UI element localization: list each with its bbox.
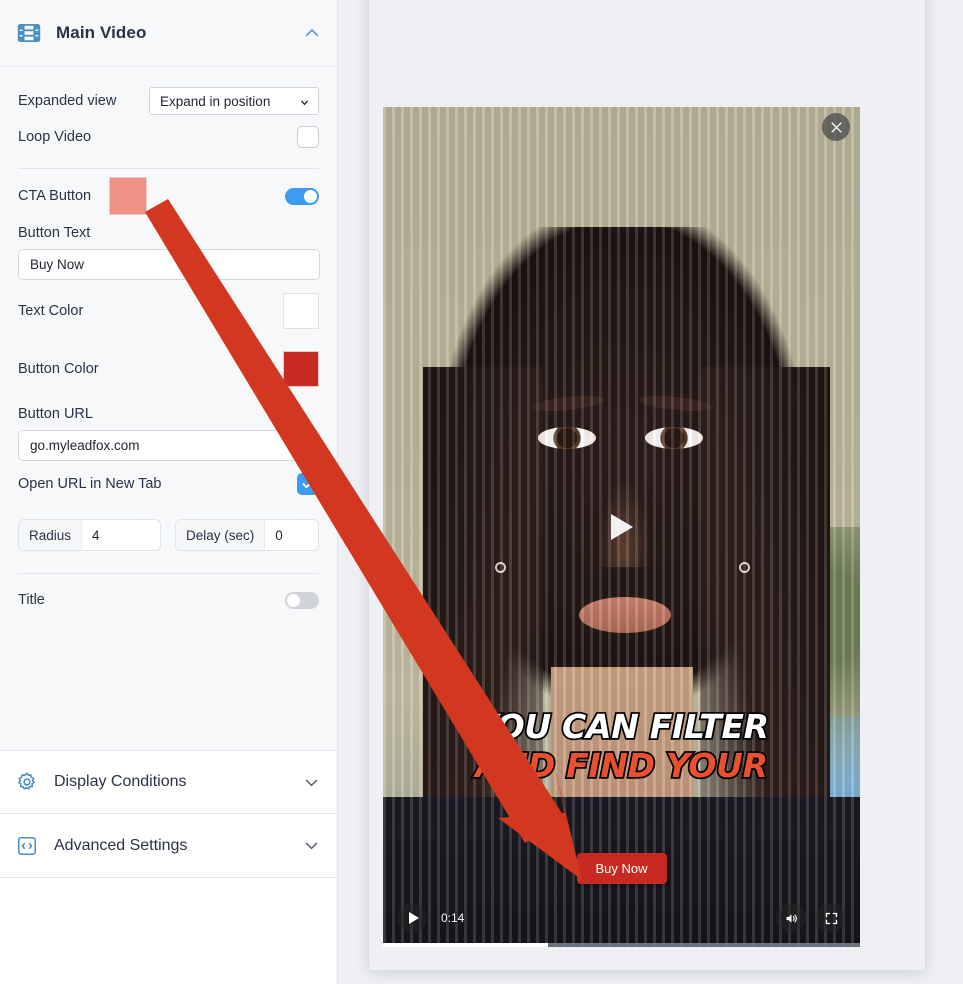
app-root: Main Video Expanded view Expand in posit… <box>0 0 963 984</box>
cta-button-row: CTA Button <box>18 173 319 219</box>
volume-icon[interactable] <box>776 903 806 933</box>
sidebar-sections: Display Conditions Advanced Settings <box>0 750 336 984</box>
radius-field[interactable]: Radius 4 <box>18 519 161 551</box>
open-new-tab-row: Open URL in New Tab <box>18 461 319 507</box>
video-progress-fill <box>383 943 548 947</box>
open-new-tab-label: Open URL in New Tab <box>18 476 162 492</box>
title-toggle[interactable] <box>285 591 319 609</box>
title-row: Title <box>18 578 319 622</box>
button-url-value: go.myleadfox.com <box>30 438 140 453</box>
radius-delay-row: Radius 4 Delay (sec) 0 <box>18 519 319 551</box>
button-text-value: Buy Now <box>30 257 85 272</box>
video-caption: YOU CAN FILTER AND FIND YOUR <box>383 705 860 787</box>
button-text-label: Button Text <box>18 225 91 241</box>
fullscreen-icon[interactable] <box>816 903 846 933</box>
cta-button-toggle[interactable] <box>285 187 319 205</box>
chevron-up-icon[interactable] <box>303 24 321 42</box>
expanded-view-select[interactable]: Expand in position <box>149 87 319 115</box>
radius-value: 4 <box>92 527 100 543</box>
cta-overlay-button[interactable]: Buy Now <box>576 853 667 884</box>
button-color-row: Button Color <box>18 342 319 396</box>
current-time: 0:14 <box>441 911 465 925</box>
delay-label: Delay (sec) <box>176 520 266 550</box>
play-button[interactable] <box>397 903 427 933</box>
button-color-swatch[interactable] <box>283 351 319 387</box>
loop-video-checkbox[interactable] <box>297 126 319 148</box>
gear-icon <box>16 771 38 793</box>
main-video-panel-header[interactable]: Main Video <box>0 0 337 67</box>
caption-line-1: YOU CAN FILTER <box>472 705 770 748</box>
chevron-down-icon <box>299 96 310 107</box>
chevron-down-icon[interactable] <box>303 837 320 854</box>
cta-button-label: CTA Button <box>18 188 92 204</box>
open-new-tab-checkbox[interactable] <box>297 473 319 495</box>
caption-line-2: AND FIND YOUR <box>474 744 770 787</box>
film-strip-icon <box>16 20 42 46</box>
title-label: Title <box>18 592 45 608</box>
button-url-input[interactable]: go.myleadfox.com <box>18 430 320 461</box>
main-video-panel-body: Expanded view Expand in position Loop Vi… <box>0 67 337 636</box>
page-title: Main Video <box>56 23 147 42</box>
text-color-label: Text Color <box>18 303 84 319</box>
advanced-settings-label: Advanced Settings <box>54 836 188 854</box>
text-color-swatch[interactable] <box>283 293 319 329</box>
video-controls: 0:14 <box>383 899 860 937</box>
text-color-row: Text Color <box>18 280 319 342</box>
divider <box>18 168 319 169</box>
settings-sidebar: Main Video Expanded view Expand in posit… <box>0 0 338 984</box>
video-player[interactable]: YOU CAN FILTER AND FIND YOUR Buy Now 0:1… <box>383 107 860 947</box>
radius-label: Radius <box>19 520 83 550</box>
delay-field[interactable]: Delay (sec) 0 <box>175 519 319 551</box>
sidebar-item-advanced-settings[interactable]: Advanced Settings <box>0 814 336 878</box>
cta-color-swatch[interactable] <box>109 177 148 215</box>
loop-video-label: Loop Video <box>18 129 92 145</box>
expanded-view-label: Expanded view <box>18 93 117 109</box>
button-url-label: Button URL <box>18 406 93 422</box>
close-icon[interactable] <box>822 113 850 141</box>
delay-value: 0 <box>275 527 283 543</box>
chevron-down-icon[interactable] <box>303 774 320 791</box>
button-color-label: Button Color <box>18 361 99 377</box>
display-conditions-label: Display Conditions <box>54 773 187 790</box>
sidebar-item-display-conditions[interactable]: Display Conditions <box>0 750 336 814</box>
video-progress-bar[interactable] <box>383 943 860 947</box>
divider-2 <box>18 573 319 574</box>
loop-video-row: Loop Video <box>18 115 319 159</box>
expanded-view-row: Expanded view Expand in position <box>18 67 319 115</box>
play-icon[interactable] <box>610 514 633 540</box>
button-text-input[interactable]: Buy Now <box>18 249 320 280</box>
code-icon <box>16 835 38 857</box>
expanded-view-selected-value: Expand in position <box>160 93 271 109</box>
